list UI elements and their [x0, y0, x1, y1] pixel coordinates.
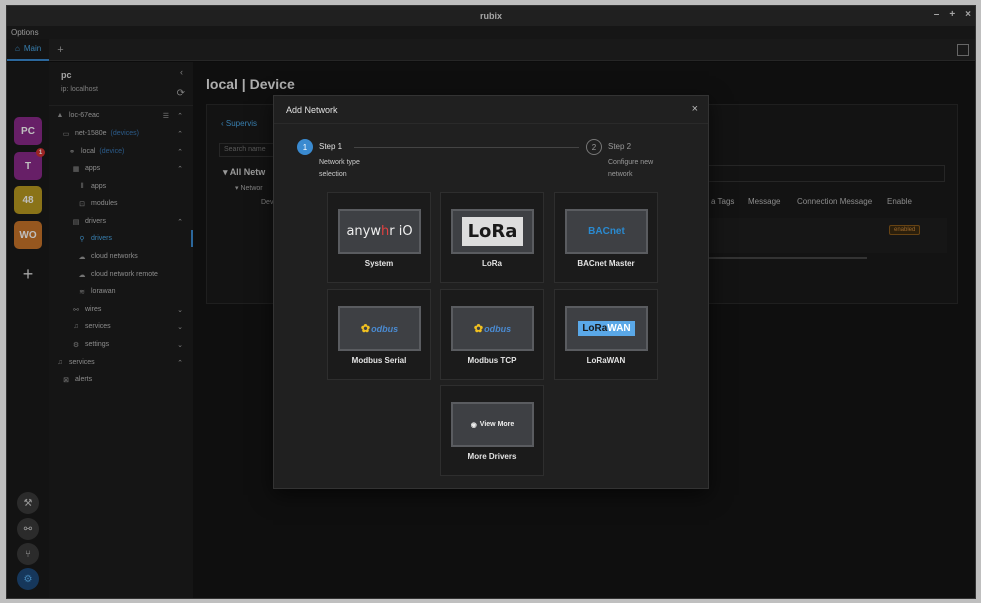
driver-label: LoRaWAN — [586, 356, 626, 365]
logo-text: odbus — [371, 324, 399, 334]
logo-text: iO — [394, 224, 413, 239]
driver-card-more-drivers[interactable]: ◉ View More More Drivers — [440, 385, 544, 476]
bacnet-logo: BACnet — [565, 209, 648, 254]
driver-card-lorawan[interactable]: LoRaWAN LoRaWAN — [554, 289, 658, 380]
close-icon[interactable]: × — [692, 103, 698, 115]
driver-card-bacnet[interactable]: BACnet BACnet Master — [554, 192, 658, 283]
dialog-title: Add Network — [286, 104, 338, 115]
step-2-title: Step 2 — [608, 142, 632, 151]
logo-text: h — [380, 224, 390, 239]
view-more-logo: ◉ View More — [451, 402, 534, 447]
driver-label: Modbus Serial — [351, 356, 407, 365]
step-connector — [354, 147, 579, 148]
driver-card-modbus-tcp[interactable]: ✿odbus Modbus TCP — [440, 289, 544, 380]
flower-icon: ✿ — [360, 323, 371, 335]
anywhere-io-logo: anywhr iO — [338, 209, 421, 254]
driver-label: Modbus TCP — [467, 356, 517, 365]
driver-card-system[interactable]: anywhr iO System — [327, 192, 431, 283]
logo-text: BACnet — [588, 226, 625, 237]
modbus-logo: ✿odbus — [338, 306, 421, 351]
driver-label: LoRa — [482, 259, 502, 268]
logo-text: LoRa — [461, 217, 524, 246]
dialog-header: Add Network × — [274, 96, 708, 124]
step-2-number: 2 — [586, 139, 602, 155]
eye-icon: ◉ — [470, 421, 477, 429]
driver-card-lora[interactable]: LoRa LoRa — [440, 192, 544, 283]
driver-label: More Drivers — [467, 452, 517, 461]
driver-label: BACnet Master — [577, 259, 635, 268]
lorawan-logo: LoRaWAN — [565, 306, 648, 351]
logo-text: odbus — [484, 324, 512, 334]
modbus-logo: ✿odbus — [451, 306, 534, 351]
lora-logo: LoRa — [451, 209, 534, 254]
step-1: 1 Step 1 Network type selection — [297, 139, 383, 181]
logo-text: anyw — [346, 224, 381, 239]
step-2: 2 Step 2 Configure new network — [586, 139, 672, 181]
step-2-description: Configure new network — [608, 159, 654, 178]
driver-card-modbus-serial[interactable]: ✿odbus Modbus Serial — [327, 289, 431, 380]
flower-icon: ✿ — [473, 323, 484, 335]
logo-text: View More — [479, 421, 515, 428]
step-1-number: 1 — [297, 139, 313, 155]
step-1-description: Network type selection — [319, 159, 360, 178]
add-network-dialog: Add Network × 1 Step 1 Network type sele… — [273, 95, 709, 489]
logo-text: WAN — [607, 323, 631, 334]
driver-label: System — [364, 259, 394, 268]
logo-text: LoRa — [582, 323, 608, 334]
